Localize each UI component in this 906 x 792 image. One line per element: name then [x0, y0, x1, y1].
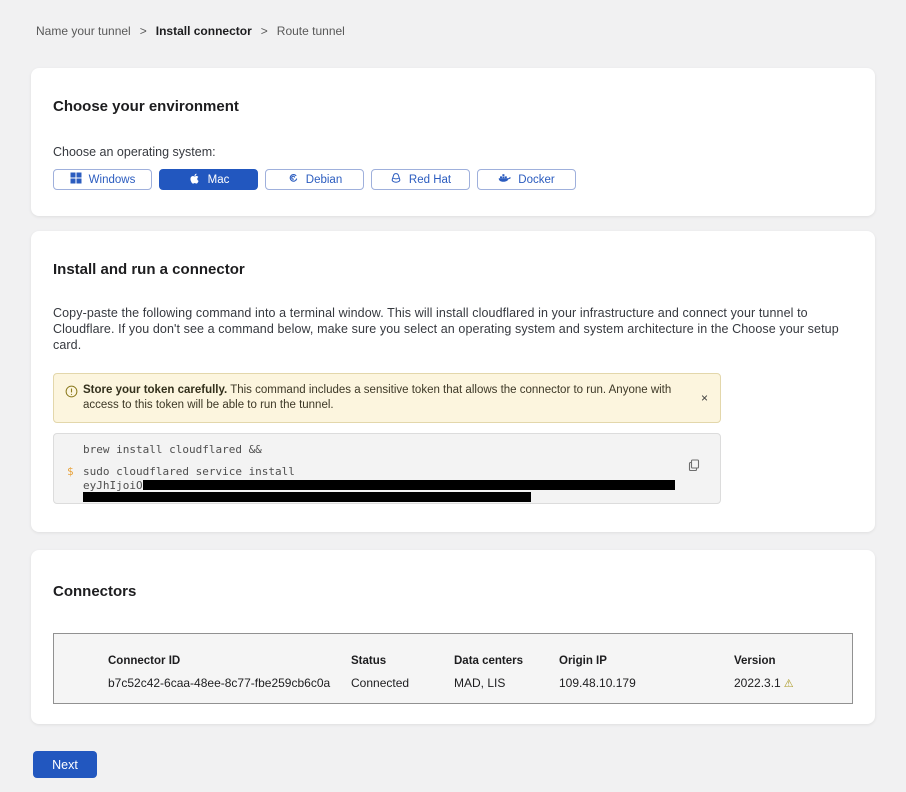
breadcrumb-separator: > [261, 24, 268, 38]
windows-icon [70, 172, 82, 187]
column-header-data-centers: Data centers [454, 655, 559, 667]
os-button-label: Red Hat [409, 174, 451, 186]
column-header-origin-ip: Origin IP [559, 655, 734, 667]
connector-id-value: b7c52c42-6caa-48ee-8c77-fbe259cb6c0a [108, 676, 351, 690]
os-button-label: Debian [306, 174, 342, 186]
redacted-token-bar [143, 480, 675, 490]
os-button-mac[interactable]: Mac [159, 169, 258, 190]
os-button-group: Windows Mac Debian [53, 169, 853, 190]
code-line-sudo: sudo cloudflared service install [83, 465, 706, 478]
column-header-version: Version [734, 655, 844, 667]
os-button-windows[interactable]: Windows [53, 169, 152, 190]
data-centers-value: MAD, LIS [454, 676, 559, 690]
origin-ip-value: 109.48.10.179 [559, 676, 734, 690]
os-select-label: Choose an operating system: [53, 145, 853, 159]
token-warning-banner: Store your token carefully. This command… [53, 373, 721, 423]
environment-card: Choose your environment Choose an operat… [31, 68, 875, 216]
apple-icon [188, 172, 201, 188]
breadcrumb-step-name-your-tunnel[interactable]: Name your tunnel [36, 24, 131, 38]
environment-card-title: Choose your environment [53, 98, 853, 115]
breadcrumb: Name your tunnel > Install connector > R… [0, 0, 906, 38]
docker-icon [498, 172, 511, 187]
warning-triangle-icon: ⚠ [784, 678, 794, 690]
install-card-title: Install and run a connector [53, 261, 853, 278]
os-button-label: Docker [518, 174, 554, 186]
column-header-connector-id: Connector ID [108, 655, 351, 667]
version-value: 2022.3.1⚠ [734, 676, 844, 690]
warning-title: Store your token carefully. [83, 384, 227, 396]
token-prefix: eyJhIjoiO [83, 479, 143, 492]
table-row: b7c52c42-6caa-48ee-8c77-fbe259cb6c0a Con… [108, 676, 852, 690]
status-badge: Connected [351, 676, 454, 690]
close-icon[interactable]: × [701, 391, 708, 405]
code-line-brew: brew install cloudflared && [83, 443, 706, 456]
os-button-debian[interactable]: Debian [265, 169, 364, 190]
breadcrumb-separator: > [140, 24, 147, 38]
shell-prompt: $ [67, 465, 83, 502]
debian-icon [287, 172, 299, 187]
connectors-card: Connectors Connector ID Status Data cent… [31, 550, 875, 724]
os-button-label: Mac [208, 174, 230, 186]
os-button-docker[interactable]: Docker [477, 169, 576, 190]
os-button-label: Windows [89, 174, 136, 186]
install-card: Install and run a connector Copy-paste t… [31, 231, 875, 532]
column-header-status: Status [351, 655, 454, 667]
copy-icon[interactable] [688, 459, 700, 475]
connectors-card-title: Connectors [53, 583, 853, 600]
next-button[interactable]: Next [33, 751, 97, 778]
install-command-codeblock: brew install cloudflared && $ sudo cloud… [53, 433, 721, 504]
connectors-table: Connector ID Status Data centers Origin … [53, 633, 853, 704]
breadcrumb-step-install-connector[interactable]: Install connector [156, 24, 252, 38]
alert-circle-icon [65, 385, 78, 403]
redhat-icon [390, 172, 402, 187]
table-header-row: Connector ID Status Data centers Origin … [108, 655, 852, 667]
breadcrumb-step-route-tunnel[interactable]: Route tunnel [277, 24, 345, 38]
redacted-token-bar [83, 492, 531, 502]
install-description: Copy-paste the following command into a … [53, 305, 853, 353]
os-button-redhat[interactable]: Red Hat [371, 169, 470, 190]
